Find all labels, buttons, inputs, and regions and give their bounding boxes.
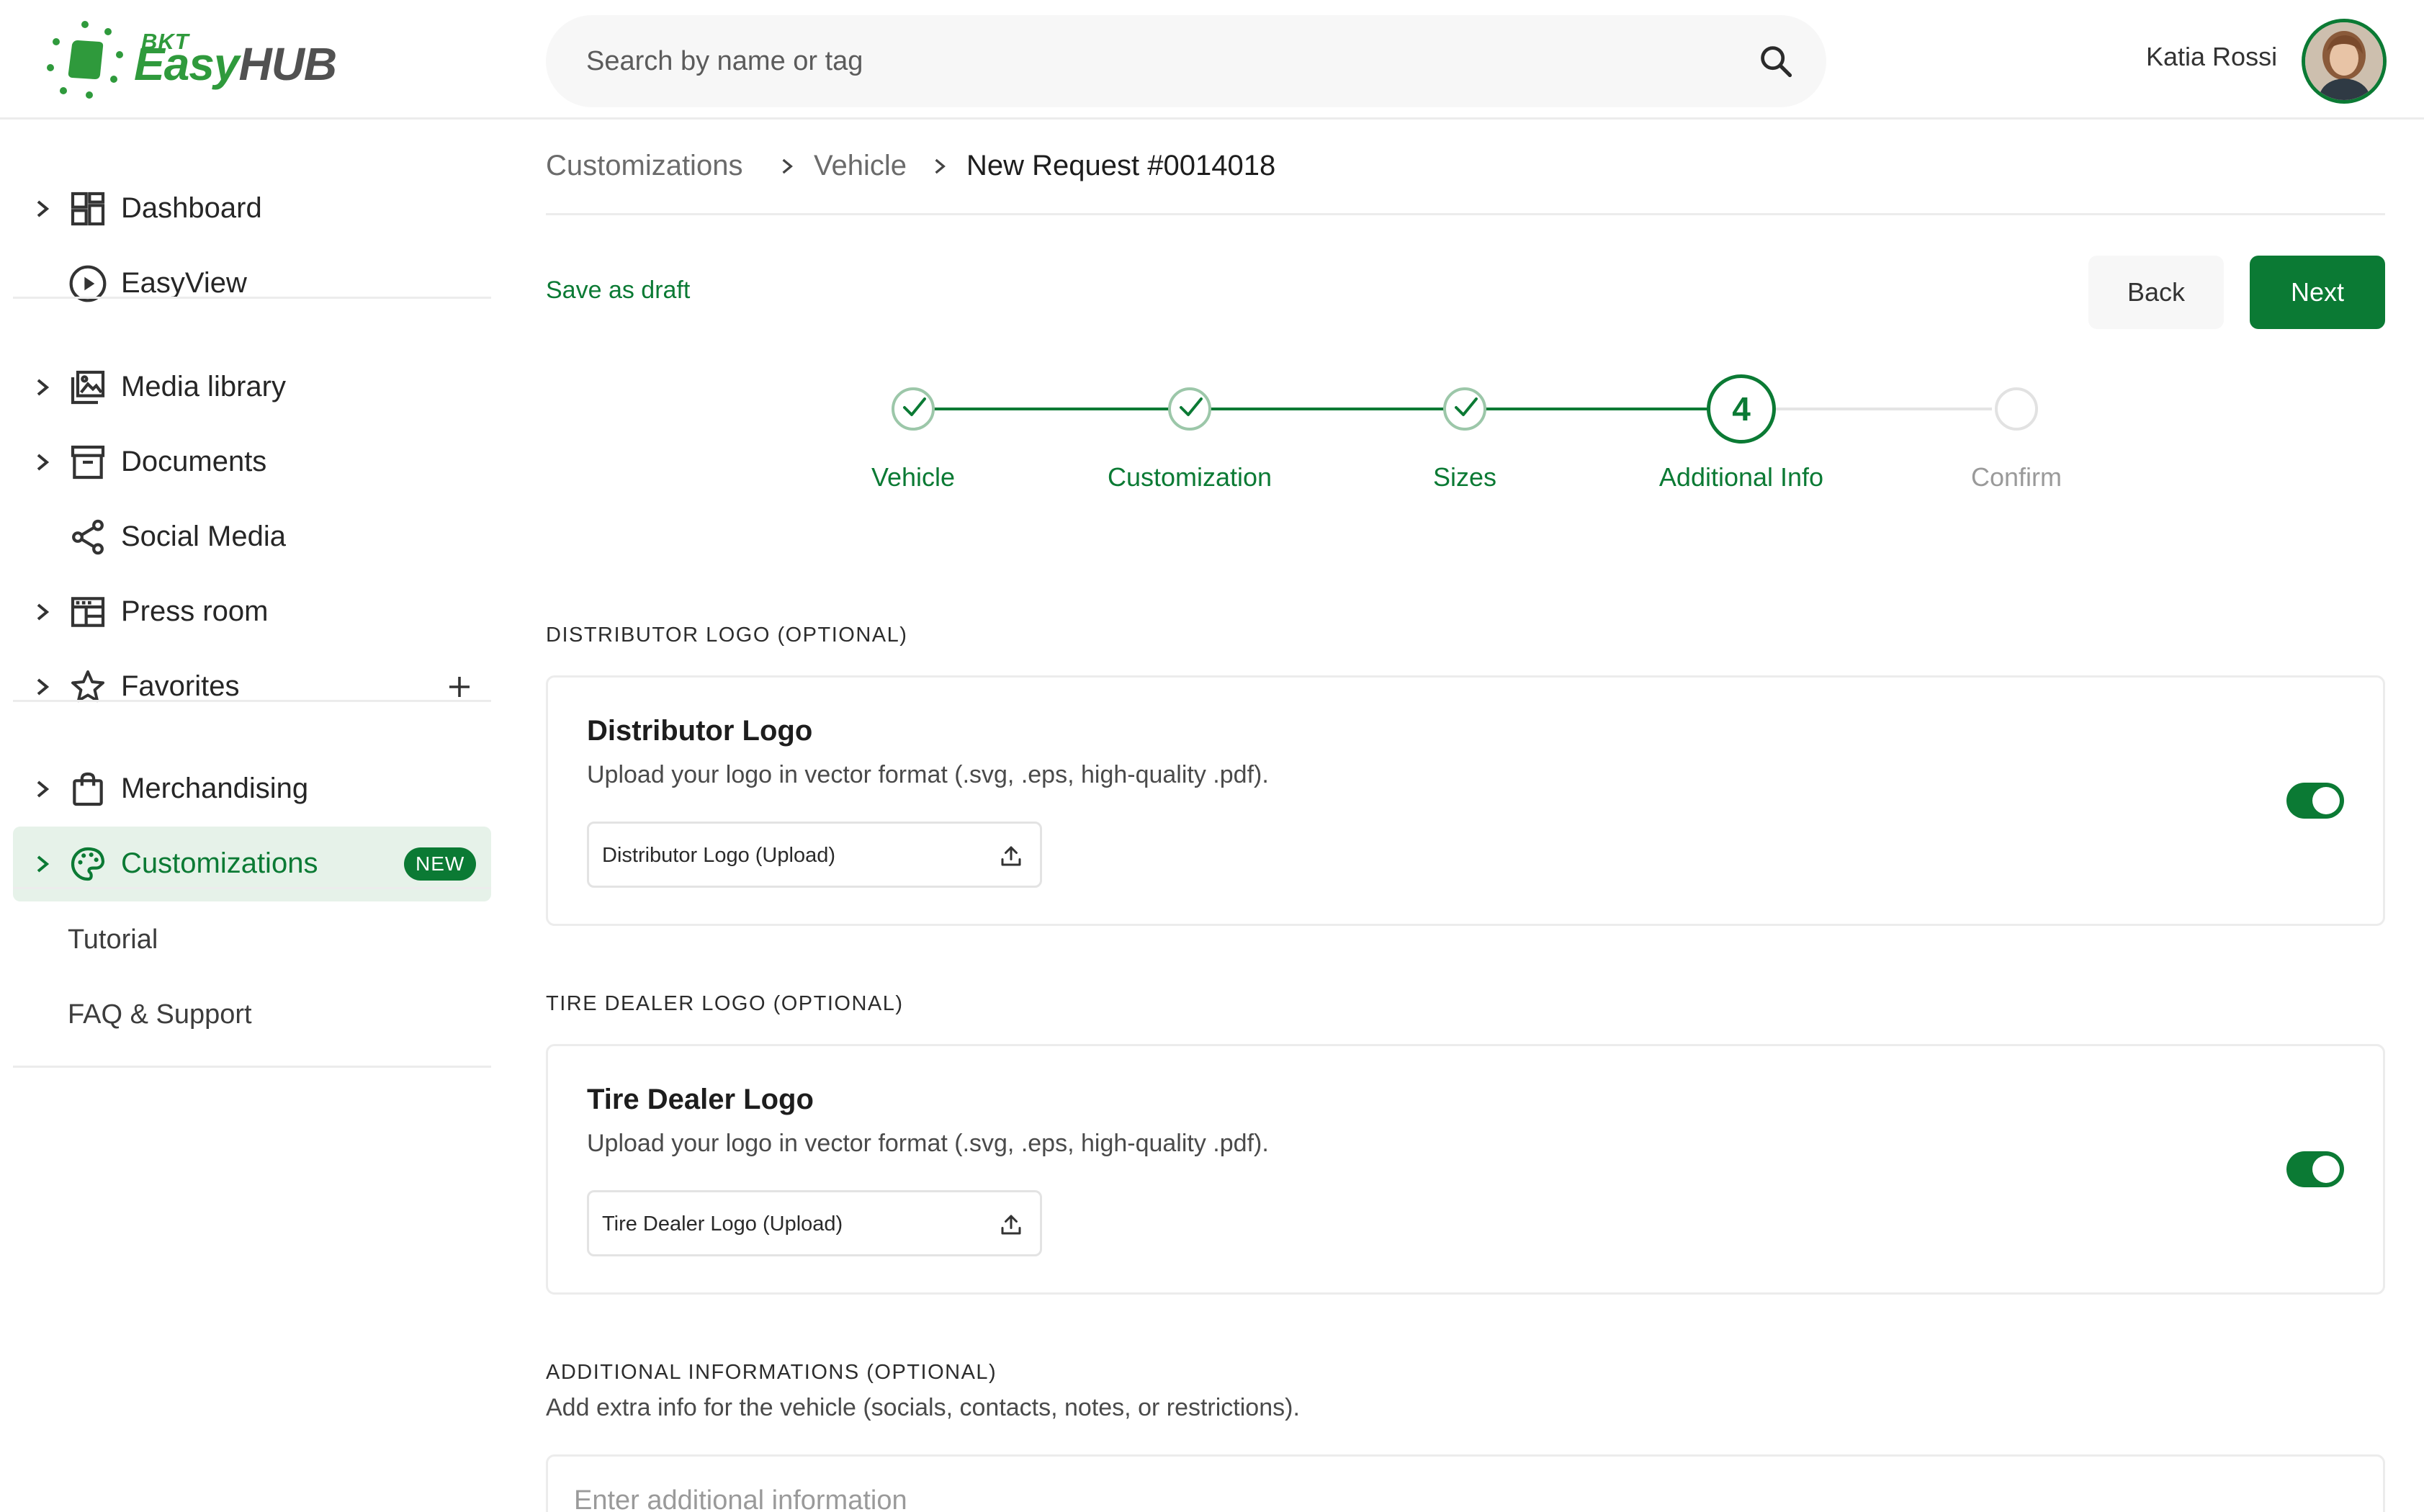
archive-icon xyxy=(71,445,105,480)
step-5-label: Confirm xyxy=(1970,462,2062,492)
avatar[interactable] xyxy=(2302,19,2387,104)
step-3-marker[interactable] xyxy=(1443,387,1486,431)
photo-library-icon xyxy=(71,370,105,405)
faq-support-link[interactable]: FAQ & Support xyxy=(68,999,252,1030)
chevron-right-icon[interactable] xyxy=(35,854,50,874)
brand-logo[interactable]: BKT EasyHUB xyxy=(45,20,337,101)
search-bar xyxy=(546,15,1826,107)
upload-label: Tire Dealer Logo (Upload) xyxy=(602,1212,843,1236)
share-icon xyxy=(72,519,104,555)
sidebar-item-easyview[interactable]: EasyView xyxy=(13,246,491,321)
dashboard-icon xyxy=(71,192,105,226)
sidebar-item-label: Favorites xyxy=(121,670,240,702)
step-4-label: Additional Info xyxy=(1658,462,1824,492)
chevron-right-icon xyxy=(782,158,793,174)
sidebar-item-documents[interactable]: Documents xyxy=(13,425,491,500)
shopping-bag-icon xyxy=(73,772,103,806)
check-icon xyxy=(1455,397,1478,416)
sidebar-item-dashboard[interactable]: Dashboard xyxy=(13,171,491,246)
chevron-right-icon xyxy=(935,158,946,174)
sidebar-item-press-room[interactable]: Press room xyxy=(13,575,491,649)
sidebar-item-merchandising[interactable]: Merchandising xyxy=(13,752,491,827)
sidebar-item-label: Social Media xyxy=(121,521,287,552)
sidebar-item-label: Documents xyxy=(121,446,267,477)
back-button[interactable]: Back xyxy=(2088,256,2224,329)
distributor-logo-toggle[interactable] xyxy=(2286,783,2344,819)
additional-info-textarea[interactable] xyxy=(574,1485,2302,1512)
avatar-image xyxy=(2305,22,2383,100)
newspaper-icon xyxy=(71,597,105,627)
distributor-logo-card: Distributor Logo Upload your logo in vec… xyxy=(546,675,2385,926)
sidebar: Dashboard EasyView Media library Documen… xyxy=(0,120,504,1512)
new-badge: NEW xyxy=(404,847,477,881)
breadcrumb-customizations[interactable]: Customizations xyxy=(546,150,742,182)
sidebar-item-label: Media library xyxy=(121,371,286,402)
distributor-logo-upload-button[interactable]: Distributor Logo (Upload) xyxy=(587,822,1042,888)
chevron-right-icon[interactable] xyxy=(35,377,50,397)
sidebar-divider xyxy=(13,297,491,299)
sidebar-item-favorites[interactable]: Favorites xyxy=(13,649,491,724)
check-icon xyxy=(903,397,926,416)
sidebar-item-social-media[interactable]: Social Media xyxy=(13,500,491,575)
upload-icon xyxy=(1001,846,1021,866)
breadcrumb-vehicle[interactable]: Vehicle xyxy=(814,150,907,182)
search-icon[interactable] xyxy=(1757,42,1795,80)
stepper-progress xyxy=(913,408,1734,410)
sidebar-divider xyxy=(13,1066,491,1068)
distributor-section-heading: DISTRIBUTOR LOGO (OPTIONAL) xyxy=(546,624,908,647)
step-1-label: Vehicle xyxy=(871,462,956,492)
upload-label: Distributor Logo (Upload) xyxy=(602,844,835,867)
tire-dealer-logo-toggle[interactable] xyxy=(2286,1151,2344,1187)
sidebar-item-label: Dashboard xyxy=(121,192,262,224)
toggle-knob xyxy=(2312,1156,2340,1183)
card-title: Tire Dealer Logo xyxy=(587,1084,814,1115)
card-title: Distributor Logo xyxy=(587,715,813,747)
step-2-label: Customization xyxy=(1107,462,1272,492)
additional-info-section-heading: ADDITIONAL INFORMATIONS (OPTIONAL) xyxy=(546,1361,997,1384)
chevron-right-icon[interactable] xyxy=(35,199,50,219)
next-button[interactable]: Next xyxy=(2250,256,2385,329)
chevron-right-icon[interactable] xyxy=(35,602,50,622)
logo-mark-icon xyxy=(47,21,123,99)
chevron-right-icon[interactable] xyxy=(35,677,50,697)
additional-info-field xyxy=(546,1454,2385,1512)
step-2-marker[interactable] xyxy=(1168,387,1211,431)
upload-icon xyxy=(1001,1215,1021,1235)
step-5-marker[interactable] xyxy=(1995,387,2038,431)
chevron-right-icon[interactable] xyxy=(35,452,50,472)
plus-icon[interactable] xyxy=(445,672,474,701)
sidebar-divider xyxy=(13,700,491,702)
sidebar-item-label: Press room xyxy=(121,595,269,627)
sidebar-divider xyxy=(13,887,491,889)
save-as-draft-link[interactable]: Save as draft xyxy=(546,276,690,305)
card-description: Upload your logo in vector format (.svg,… xyxy=(587,1130,1269,1157)
tire-dealer-logo-upload-button[interactable]: Tire Dealer Logo (Upload) xyxy=(587,1190,1042,1256)
sidebar-item-label: Customizations xyxy=(121,847,318,879)
step-4-marker[interactable]: 4 xyxy=(1707,374,1776,444)
sidebar-item-label: EasyView xyxy=(121,267,247,299)
card-description: Upload your logo in vector format (.svg,… xyxy=(587,761,1269,788)
step-3-label: Sizes xyxy=(1432,462,1497,492)
palette-icon xyxy=(71,847,105,881)
sidebar-item-label: Merchandising xyxy=(121,773,309,804)
toggle-knob xyxy=(2312,787,2340,814)
tire-dealer-section-heading: TIRE DEALER LOGO (OPTIONAL) xyxy=(546,992,904,1015)
logo-name: EasyHUB xyxy=(134,38,337,90)
check-icon xyxy=(1180,397,1203,416)
sidebar-item-media-library[interactable]: Media library xyxy=(13,350,491,425)
tire-dealer-logo-card: Tire Dealer Logo Upload your logo in vec… xyxy=(546,1044,2385,1295)
tutorial-link[interactable]: Tutorial xyxy=(68,924,158,955)
step-1-marker[interactable] xyxy=(892,387,935,431)
sidebar-item-customizations[interactable]: Customizations NEW xyxy=(13,827,491,901)
chevron-right-icon[interactable] xyxy=(35,779,50,799)
progress-stepper: Vehicle Customization Sizes 4 Additional… xyxy=(792,367,2146,511)
breadcrumb-divider xyxy=(546,213,2385,215)
additional-info-description: Add extra info for the vehicle (socials,… xyxy=(546,1394,1300,1421)
breadcrumb-current: New Request #0014018 xyxy=(966,150,1276,181)
top-header: BKT EasyHUB Katia Rossi xyxy=(0,0,2424,120)
search-input[interactable] xyxy=(586,15,1710,107)
user-name[interactable]: Katia Rossi xyxy=(2146,42,2277,72)
